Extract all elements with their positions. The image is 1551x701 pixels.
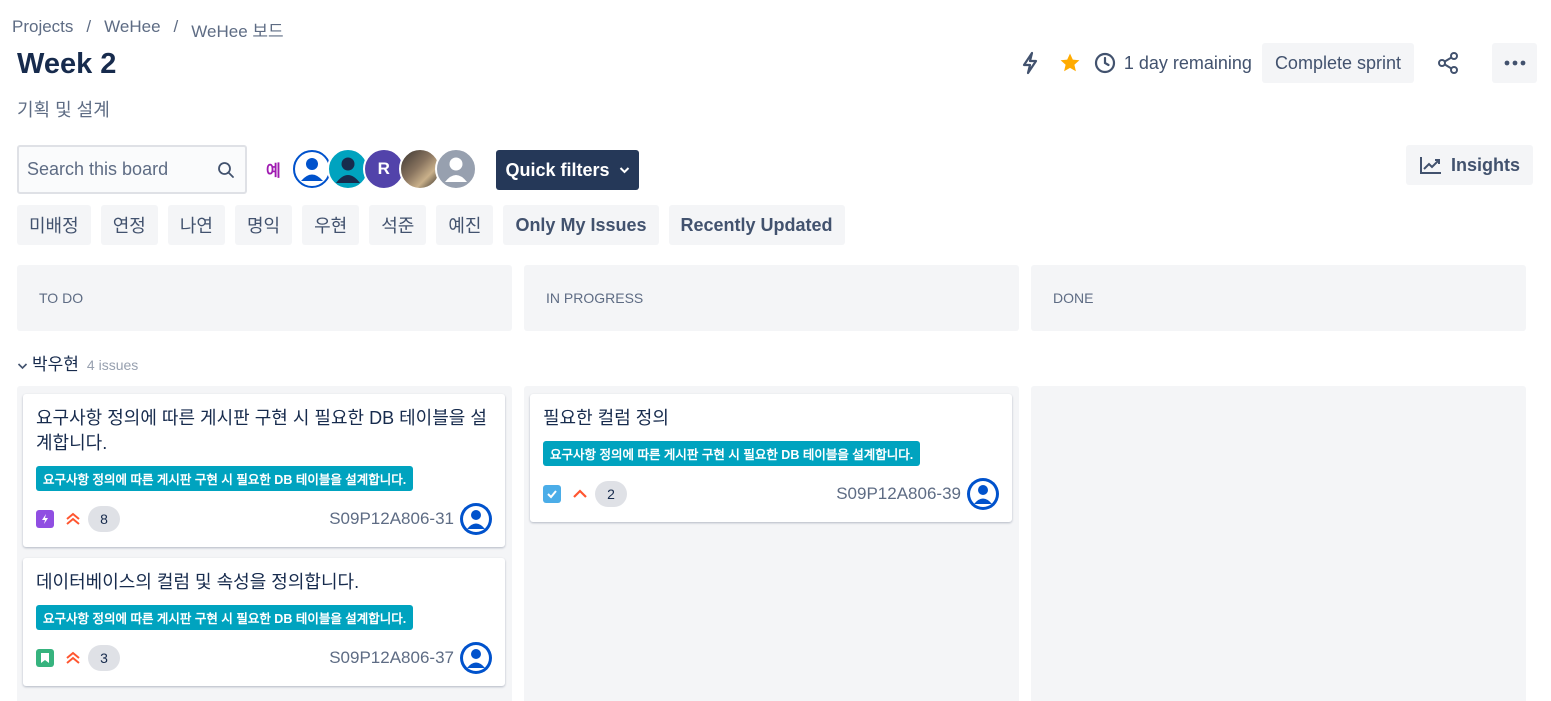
- issue-key[interactable]: S09P12A806-39: [836, 484, 961, 504]
- remaining-text: 1 day remaining: [1123, 52, 1252, 73]
- epic-label[interactable]: 요구사항 정의에 따른 게시판 구현 시 필요한 DB 테이블을 설계합니다.: [36, 466, 414, 491]
- card-footer: 3 S09P12A806-37: [36, 642, 492, 674]
- complete-sprint-button[interactable]: Complete sprint: [1261, 43, 1414, 83]
- issue-card[interactable]: 필요한 컬럼 정의 요구사항 정의에 따른 게시판 구현 시 필요한 DB 테이…: [530, 394, 1012, 522]
- share-button[interactable]: [1428, 43, 1468, 83]
- subtask-icon: [36, 510, 54, 528]
- filter-chip[interactable]: 명익: [234, 205, 293, 245]
- filter-chip[interactable]: 연정: [100, 205, 158, 245]
- card-title: 데이터베이스의 컬럼 및 속성을 정의합니다.: [36, 572, 360, 592]
- epic-label[interactable]: 요구사항 정의에 따른 게시판 구현 시 필요한 DB 테이블을 설계합니다.: [543, 441, 921, 466]
- breadcrumb-board[interactable]: WeHee 보드: [191, 17, 283, 42]
- card-footer: 8 S09P12A806-31: [36, 503, 492, 535]
- more-icon: [1504, 60, 1525, 66]
- filter-chips: 미배정 연정 나연 명익 우현 석준 예진 Only My Issues Rec…: [17, 205, 845, 245]
- breadcrumb: Projects / WeHee / WeHee 보드: [12, 17, 284, 42]
- filter-chip[interactable]: 우현: [302, 205, 360, 245]
- story-points-badge: 2: [595, 481, 627, 507]
- user-icon: [463, 506, 489, 532]
- automation-button[interactable]: [1010, 43, 1050, 83]
- story-icon: [36, 649, 54, 667]
- epic-label[interactable]: 요구사항 정의에 따른 게시판 구현 시 필요한 DB 테이블을 설계합니다.: [36, 605, 414, 630]
- card-title: 필요한 컬럼 정의: [543, 408, 669, 428]
- user-icon: [335, 157, 360, 183]
- highest-priority-icon: [64, 649, 82, 667]
- story-points-badge: 8: [88, 506, 120, 532]
- assignee-avatar[interactable]: [967, 478, 999, 510]
- issue-card[interactable]: 요구사항 정의에 따른 게시판 구현 시 필요한 DB 테이블을 설계합니다. …: [23, 394, 505, 547]
- issue-card[interactable]: 데이터베이스의 컬럼 및 속성을 정의합니다. 요구사항 정의에 따른 게시판 …: [23, 558, 505, 686]
- sprint-goal: 기획 및 설계: [17, 100, 110, 120]
- quick-filters-button[interactable]: Quick filters: [496, 150, 639, 190]
- column-header-in-progress[interactable]: IN PROGRESS: [524, 265, 1019, 331]
- assignee-avatar[interactable]: [460, 642, 492, 674]
- avatar-text[interactable]: 예: [266, 157, 281, 181]
- task-icon: [543, 485, 561, 503]
- lane-done: [1031, 386, 1526, 701]
- star-icon: [1060, 53, 1080, 72]
- assignee-avatar[interactable]: [460, 503, 492, 535]
- board-header-actions: 1 day remaining Complete sprint: [1010, 43, 1537, 83]
- swimlane-name: 박우현: [32, 355, 79, 374]
- more-actions-button[interactable]: [1492, 43, 1537, 83]
- breadcrumb-project[interactable]: WeHee: [104, 17, 160, 42]
- search-icon: [218, 161, 234, 178]
- clock-icon: [1094, 52, 1115, 74]
- chevron-down-icon: [619, 167, 629, 174]
- card-footer: 2 S09P12A806-39: [543, 478, 999, 510]
- user-icon: [444, 157, 467, 182]
- issue-key[interactable]: S09P12A806-31: [329, 509, 454, 529]
- search-input[interactable]: [27, 159, 207, 180]
- lightning-icon: [1022, 51, 1037, 75]
- filter-chip[interactable]: 석준: [369, 205, 427, 245]
- chevron-down-icon: [17, 363, 28, 370]
- filter-chip[interactable]: 미배정: [17, 205, 91, 245]
- high-priority-icon: [571, 485, 589, 503]
- insights-button[interactable]: Insights: [1406, 145, 1533, 185]
- chart-trend-icon: [1419, 157, 1441, 174]
- user-icon: [970, 481, 996, 507]
- page-title: Week 2: [17, 48, 117, 80]
- card-title: 요구사항 정의에 따른 게시판 구현 시 필요한 DB 테이블을 설계합니다.: [36, 408, 487, 453]
- column-header-todo[interactable]: TO DO: [17, 265, 512, 331]
- story-points-badge: 3: [88, 645, 120, 671]
- user-icon: [463, 645, 489, 671]
- user-icon: [294, 152, 329, 186]
- share-icon: [1438, 52, 1458, 74]
- avatar[interactable]: [434, 148, 477, 190]
- insights-label: Insights: [1450, 154, 1520, 175]
- filter-only-my-issues[interactable]: Only My Issues: [503, 205, 659, 245]
- quick-filters-label: Quick filters: [505, 159, 610, 180]
- star-button[interactable]: [1050, 43, 1090, 83]
- swimlane-count: 4 issues: [86, 357, 139, 373]
- breadcrumb-projects[interactable]: Projects: [12, 17, 73, 42]
- sprint-remaining: 1 day remaining: [1094, 52, 1252, 74]
- filter-chip[interactable]: 나연: [167, 205, 225, 245]
- board-search[interactable]: [17, 145, 247, 194]
- breadcrumb-separator: /: [173, 17, 179, 36]
- column-header-done[interactable]: DONE: [1031, 265, 1526, 331]
- filter-recently-updated[interactable]: Recently Updated: [668, 205, 845, 245]
- breadcrumb-separator: /: [86, 17, 92, 36]
- assignee-filter-avatars: 예 R: [266, 148, 477, 190]
- issue-key[interactable]: S09P12A806-37: [329, 648, 454, 668]
- filter-chip[interactable]: 예진: [436, 205, 494, 245]
- highest-priority-icon: [64, 510, 82, 528]
- swimlane-header[interactable]: 박우현 4 issues: [17, 350, 138, 375]
